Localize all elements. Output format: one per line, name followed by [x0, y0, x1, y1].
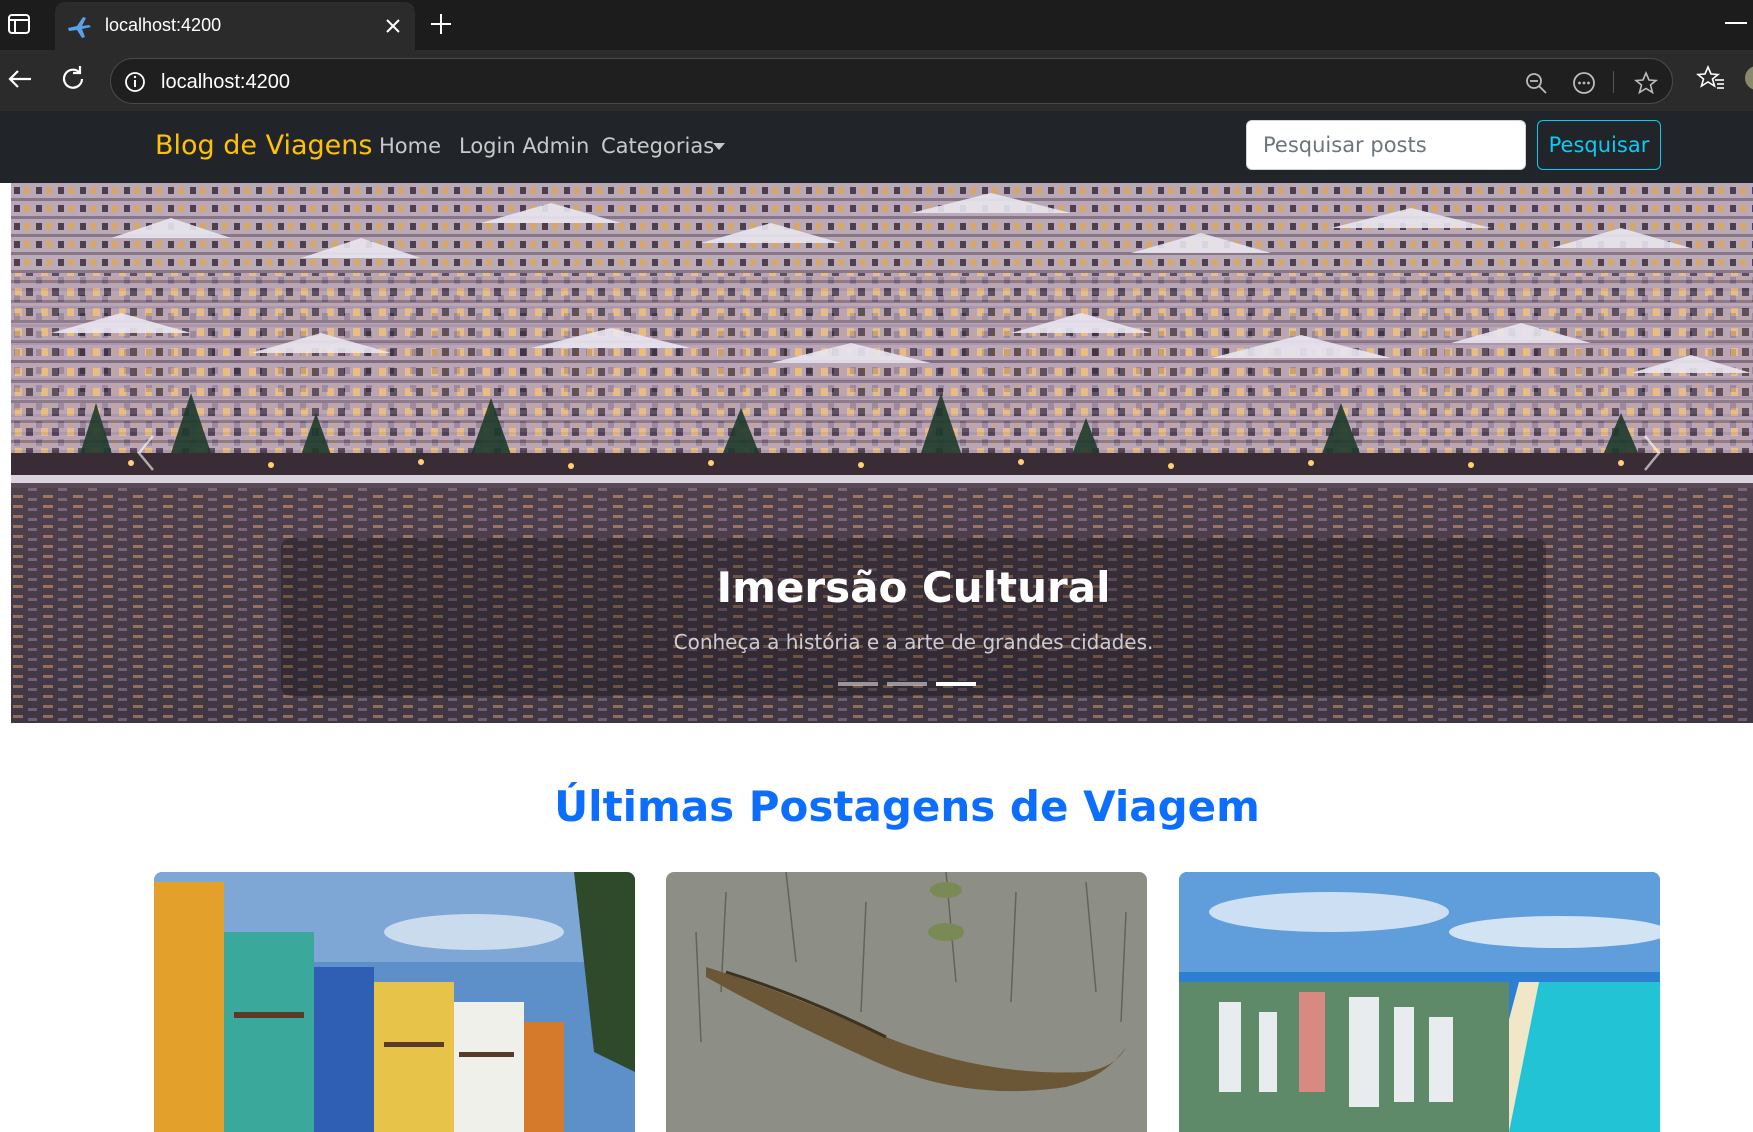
search-button[interactable]: Pesquisar	[1537, 120, 1661, 170]
url-text[interactable]: localhost:4200	[161, 71, 290, 94]
carousel-indicator-2[interactable]	[887, 682, 927, 686]
tab-actions-icon[interactable]	[6, 11, 32, 37]
tab-title: localhost:4200	[105, 15, 222, 35]
back-arrow-icon[interactable]	[4, 63, 36, 95]
nav-link-home[interactable]: Home	[379, 134, 441, 158]
browser-window: localhost:4200 localhost:4200	[0, 0, 1753, 111]
favorite-star-icon[interactable]	[1633, 70, 1659, 96]
section-title: Últimas Postagens de Viagem	[554, 782, 1260, 831]
site-info-icon[interactable]	[123, 70, 147, 94]
close-tab-icon[interactable]	[381, 14, 405, 38]
post-image-beach-city[interactable]	[1179, 872, 1660, 1132]
zoom-out-icon[interactable]	[1523, 70, 1549, 96]
carousel-prev-icon[interactable]	[127, 428, 167, 478]
address-bar-divider	[1613, 71, 1614, 93]
post-card-image-colorful-houses[interactable]	[154, 872, 635, 1132]
browser-tab[interactable]: localhost:4200	[55, 2, 415, 50]
brand-logo[interactable]: Blog de Viagens	[155, 130, 372, 161]
post-image-caiman[interactable]	[666, 872, 1147, 1132]
post-image-colorful-houses[interactable]	[154, 872, 635, 1132]
post-card-image-beach-city[interactable]	[1179, 872, 1660, 1132]
nav-dropdown-categorias[interactable]: Categorias	[601, 134, 714, 158]
more-options-icon[interactable]	[1571, 70, 1597, 96]
carousel-next-icon[interactable]	[1631, 428, 1671, 478]
navbar: Blog de Viagens Home Login Admin Categor…	[0, 111, 1753, 183]
browser-toolbar: localhost:4200	[0, 50, 1753, 111]
carousel-indicator-3[interactable]	[936, 682, 976, 686]
carousel-caption-text: Conheça a história e a arte de grandes c…	[673, 630, 1154, 654]
tab-bar: localhost:4200	[0, 0, 1753, 50]
minimize-button[interactable]	[1725, 22, 1747, 24]
post-card-image-caiman[interactable]	[666, 872, 1147, 1132]
address-bar[interactable]: localhost:4200	[110, 58, 1673, 104]
hero-carousel: Imersão Cultural Conheça a história e a …	[11, 183, 1753, 723]
nav-link-login-admin[interactable]: Login Admin	[459, 134, 589, 158]
airplane-favicon-icon	[68, 17, 91, 38]
favorites-icon[interactable]	[1696, 63, 1726, 93]
dropdown-caret-icon[interactable]	[713, 143, 725, 150]
carousel-indicator-1[interactable]	[838, 682, 878, 686]
search-input[interactable]	[1246, 120, 1526, 170]
new-tab-icon[interactable]	[427, 10, 455, 38]
carousel-caption-title: Imersão Cultural	[716, 563, 1111, 612]
carousel-caption: Imersão Cultural Conheça a história e a …	[281, 538, 1546, 696]
reload-icon[interactable]	[57, 63, 89, 95]
